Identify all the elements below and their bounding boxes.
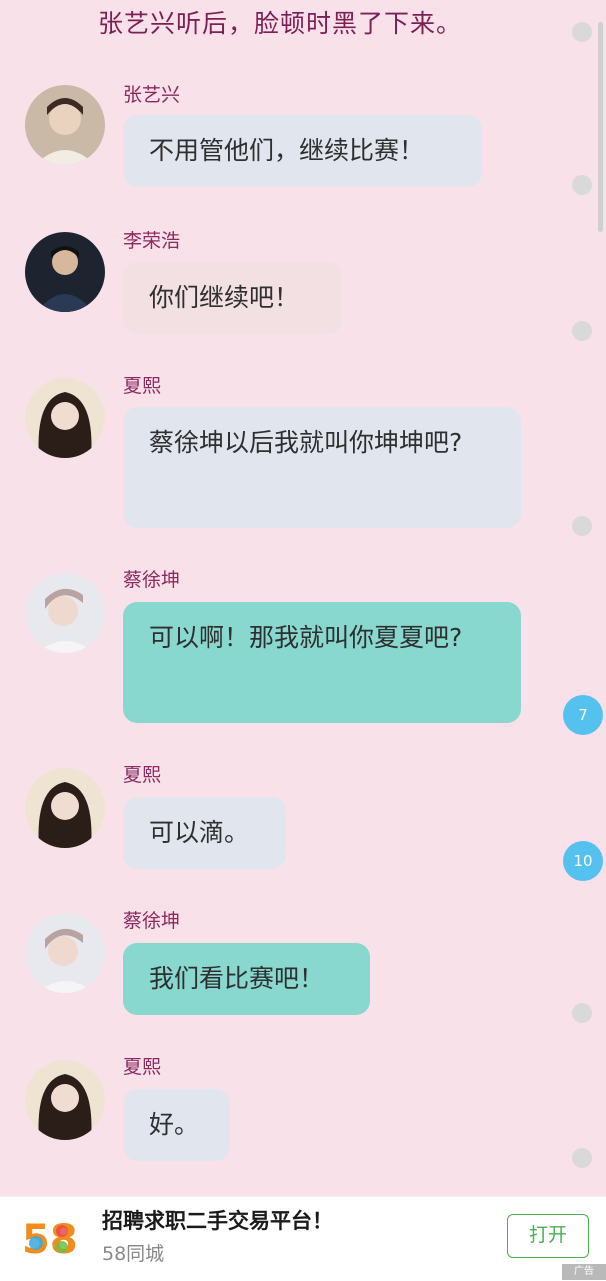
paragraph-marker-dot[interactable] bbox=[572, 516, 592, 536]
comment-count-badge[interactable]: 7 bbox=[563, 695, 603, 735]
paragraph-marker-dot[interactable] bbox=[572, 1003, 592, 1023]
avatar-lironghao[interactable] bbox=[25, 232, 105, 312]
ad-banner[interactable]: 58 招聘求职二手交易平台！ 58同城 打开 bbox=[0, 1196, 606, 1281]
sender-name: 夏熙 bbox=[123, 375, 162, 397]
sender-name: 夏熙 bbox=[123, 1056, 162, 1078]
paragraph-marker-dot[interactable] bbox=[572, 175, 592, 195]
sender-name: 夏熙 bbox=[123, 764, 162, 786]
sender-name: 蔡徐坤 bbox=[123, 569, 181, 591]
message-bubble[interactable]: 可以啊！那我就叫你夏夏吧? bbox=[123, 602, 521, 723]
avatar-xiaxi[interactable] bbox=[25, 768, 105, 848]
ad-tag: 广告 bbox=[562, 1264, 606, 1280]
avatar-caixukun[interactable] bbox=[25, 573, 105, 653]
paragraph-marker-dot[interactable] bbox=[572, 1148, 592, 1168]
message-bubble[interactable]: 蔡徐坤以后我就叫你坤坤吧? bbox=[123, 407, 521, 528]
sender-name: 蔡徐坤 bbox=[123, 910, 181, 932]
ad-title: 招聘求职二手交易平台！ bbox=[102, 1209, 333, 1233]
message-bubble[interactable]: 我们看比赛吧！ bbox=[123, 943, 370, 1015]
avatar-xiaxi[interactable] bbox=[25, 1060, 105, 1140]
comment-count-badge[interactable]: 10 bbox=[563, 841, 603, 881]
paragraph-marker-dot[interactable] bbox=[572, 22, 592, 42]
avatar-zhangyixing[interactable] bbox=[25, 85, 105, 165]
message-bubble[interactable]: 可以滴。 bbox=[123, 797, 286, 869]
sender-name: 李荣浩 bbox=[123, 230, 181, 252]
paragraph-marker-dot[interactable] bbox=[572, 321, 592, 341]
sender-name: 张艺兴 bbox=[123, 84, 181, 106]
avatar-xiaxi[interactable] bbox=[25, 378, 105, 458]
message-bubble[interactable]: 不用管他们，继续比赛！ bbox=[123, 115, 482, 187]
narration-text: 张艺兴听后，脸顿时黑了下来。 bbox=[97, 9, 462, 38]
ad-subtitle: 58同城 bbox=[102, 1243, 165, 1265]
58-logo-icon: 58 bbox=[22, 1213, 78, 1263]
scrollbar[interactable] bbox=[598, 22, 603, 232]
open-button[interactable]: 打开 bbox=[507, 1214, 589, 1258]
message-bubble[interactable]: 好。 bbox=[123, 1089, 230, 1161]
message-bubble[interactable]: 你们继续吧！ bbox=[123, 262, 342, 334]
avatar-caixukun[interactable] bbox=[25, 913, 105, 993]
